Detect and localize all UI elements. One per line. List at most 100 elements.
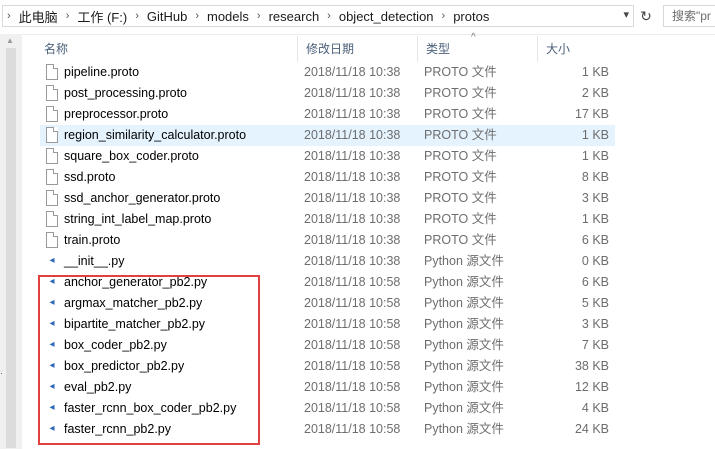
document-icon xyxy=(46,64,58,80)
document-icon xyxy=(46,190,58,206)
scrollbar-thumb[interactable] xyxy=(6,48,16,448)
file-date: 2018/11/18 10:38 xyxy=(304,212,401,226)
file-date: 2018/11/18 10:58 xyxy=(304,338,401,352)
file-type: PROTO 文件 xyxy=(424,233,497,247)
breadcrumb-separator-icon[interactable]: › xyxy=(323,10,335,22)
sort-ascending-icon: ^ xyxy=(471,32,476,43)
address-dropdown-icon[interactable]: ▾ xyxy=(623,8,629,21)
breadcrumb-item[interactable]: GitHub xyxy=(143,9,191,24)
document-icon xyxy=(46,211,58,227)
file-size: 1 KB xyxy=(581,149,609,163)
file-type: PROTO 文件 xyxy=(424,107,497,121)
file-row[interactable]: square_box_coder.proto 2018/11/18 10:38 PR… xyxy=(40,146,615,167)
file-row[interactable]: pipeline.proto 2018/11/18 10:38 PROTO 文件 1 … xyxy=(40,62,615,83)
file-size: 5 KB xyxy=(581,296,609,310)
document-icon xyxy=(46,169,58,185)
file-type: Python 源文件 xyxy=(424,275,504,289)
file-size: 2 KB xyxy=(581,86,609,100)
file-row[interactable]: region_similarity_calculator.proto 2018/1… xyxy=(40,125,615,146)
file-size: 4 KB xyxy=(581,401,609,415)
scroll-up-icon[interactable]: ▲ xyxy=(6,36,14,45)
file-size: 8 KB xyxy=(581,170,609,184)
file-row[interactable]: train.proto 2018/11/18 10:38 PROTO 文件 6 KB xyxy=(40,230,615,251)
file-type: PROTO 文件 xyxy=(424,149,497,163)
file-date: 2018/11/18 10:38 xyxy=(304,65,401,79)
file-date: 2018/11/18 10:58 xyxy=(304,359,401,373)
file-size: 7 KB xyxy=(581,338,609,352)
file-date: 2018/11/18 10:38 xyxy=(304,170,401,184)
breadcrumb-separator-icon[interactable]: › xyxy=(253,10,265,22)
file-date: 2018/11/18 10:38 xyxy=(304,86,401,100)
file-date: 2018/11/18 10:58 xyxy=(304,296,401,310)
file-date: 2018/11/18 10:58 xyxy=(304,401,401,415)
breadcrumb-item[interactable]: 此电脑 xyxy=(15,7,62,26)
file-date: 2018/11/18 10:58 xyxy=(304,422,401,436)
python-file-icon: ◂ xyxy=(49,255,55,266)
breadcrumb-item[interactable]: models xyxy=(203,9,253,24)
file-date: 2018/11/18 10:58 xyxy=(304,275,401,289)
file-name: __init__.py xyxy=(64,254,125,268)
breadcrumb-item[interactable]: object_detection xyxy=(335,9,438,24)
file-name: preprocessor.proto xyxy=(64,107,169,121)
document-icon xyxy=(46,85,58,101)
file-name: pipeline.proto xyxy=(64,65,140,79)
highlight-box xyxy=(38,275,260,445)
file-date: 2018/11/18 10:58 xyxy=(304,317,401,331)
breadcrumb-separator-icon[interactable]: › xyxy=(438,10,450,22)
file-type: Python 源文件 xyxy=(424,401,504,415)
nav-pane-scrollbar[interactable]: ▲ xyxy=(0,34,22,449)
file-type: Python 源文件 xyxy=(424,422,504,436)
document-icon xyxy=(46,232,58,248)
breadcrumb-separator-icon[interactable]: › xyxy=(62,10,74,22)
file-size: 1 KB xyxy=(581,65,609,79)
nav-pane-edge: · xyxy=(0,368,3,378)
file-type: PROTO 文件 xyxy=(424,170,497,184)
document-icon xyxy=(46,127,58,143)
file-size: 17 KB xyxy=(574,107,609,121)
breadcrumb-item[interactable]: 工作 (F:) xyxy=(73,7,131,26)
column-header-size[interactable]: 大小 xyxy=(538,36,618,62)
column-header-name[interactable]: 名称 xyxy=(22,36,298,62)
file-date: 2018/11/18 10:58 xyxy=(304,380,401,394)
column-header-type[interactable]: 类型 xyxy=(418,36,538,62)
file-size: 6 KB xyxy=(581,275,609,289)
breadcrumb-item[interactable]: protos xyxy=(449,9,493,24)
breadcrumb[interactable]: › 此电脑 › 工作 (F:) › GitHub › models › research › obje… xyxy=(2,5,634,27)
file-name: region_similarity_calculator.proto xyxy=(64,128,247,142)
file-row[interactable]: string_int_label_map.proto 2018/11/18 10:… xyxy=(40,209,615,230)
file-size: 38 KB xyxy=(574,359,609,373)
file-name: square_box_coder.proto xyxy=(64,149,199,163)
file-type: Python 源文件 xyxy=(424,338,504,352)
file-size: 6 KB xyxy=(581,233,609,247)
file-type: Python 源文件 xyxy=(424,317,504,331)
document-icon xyxy=(46,148,58,164)
file-date: 2018/11/18 10:38 xyxy=(304,254,401,268)
file-date: 2018/11/18 10:38 xyxy=(304,107,401,121)
file-type: Python 源文件 xyxy=(424,359,504,373)
file-date: 2018/11/18 10:38 xyxy=(304,128,401,142)
breadcrumb-item[interactable]: research xyxy=(265,9,324,24)
file-row[interactable]: preprocessor.proto 2018/11/18 10:38 PROTO … xyxy=(40,104,615,125)
file-size: 3 KB xyxy=(581,191,609,205)
file-row[interactable]: ssd.proto 2018/11/18 10:38 PROTO 文件 8 KB xyxy=(40,167,615,188)
file-row[interactable]: post_processing.proto 2018/11/18 10:38 PRO… xyxy=(40,83,615,104)
refresh-icon[interactable]: ↻ xyxy=(636,6,656,26)
file-size: 12 KB xyxy=(574,380,609,394)
file-row[interactable]: ◂ __init__.py 2018/11/18 10:38 Python 源文件 0 … xyxy=(40,251,615,272)
file-row[interactable]: ssd_anchor_generator.proto 2018/11/18 10:… xyxy=(40,188,615,209)
file-type: PROTO 文件 xyxy=(424,191,497,205)
file-type: Python 源文件 xyxy=(424,254,504,268)
file-date: 2018/11/18 10:38 xyxy=(304,149,401,163)
file-size: 0 KB xyxy=(581,254,609,268)
column-header-date[interactable]: 修改日期 xyxy=(298,36,418,62)
file-type: PROTO 文件 xyxy=(424,65,497,79)
file-name: ssd_anchor_generator.proto xyxy=(64,191,221,205)
file-name: string_int_label_map.proto xyxy=(64,212,212,226)
file-size: 1 KB xyxy=(581,212,609,226)
breadcrumb-separator-icon[interactable]: › xyxy=(3,10,15,22)
breadcrumb-separator-icon[interactable]: › xyxy=(131,10,143,22)
search-input[interactable]: 搜索"pr xyxy=(663,5,715,27)
file-name: post_processing.proto xyxy=(64,86,187,100)
file-type: Python 源文件 xyxy=(424,380,504,394)
breadcrumb-separator-icon[interactable]: › xyxy=(191,10,203,22)
